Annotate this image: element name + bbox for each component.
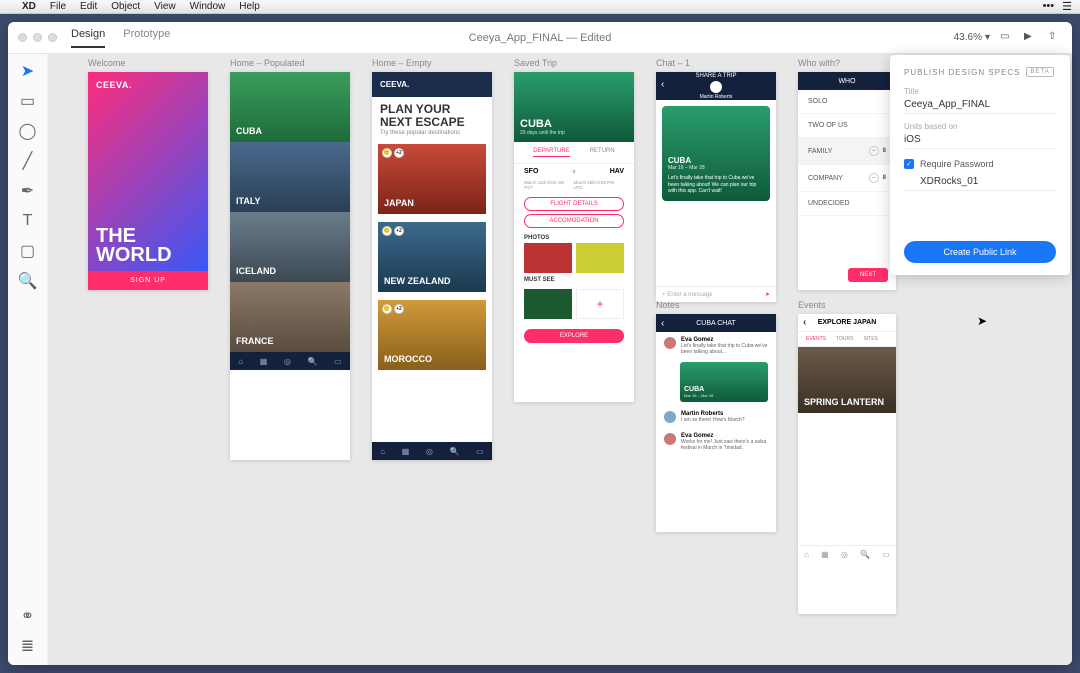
- device-preview-icon[interactable]: ▭: [1000, 31, 1014, 45]
- menu-help[interactable]: Help: [239, 1, 260, 12]
- destination-tile: 🙂+2NEW ZEALAND: [378, 222, 486, 292]
- require-password-checkbox[interactable]: ✓Require Password: [904, 159, 1056, 169]
- signup-button: SIGN UP: [88, 271, 208, 290]
- send-icon: ➤: [765, 291, 770, 298]
- event-tile: CHERRY BLOSSOM: [798, 413, 896, 479]
- artboard-events[interactable]: ‹EXPLORE JAPAN EVENTSTOURSSITES SPRING L…: [798, 314, 896, 614]
- artboard-welcome[interactable]: CEEVA. THE WORLD SIGN UP: [88, 72, 208, 290]
- assets-icon[interactable]: ⚭: [19, 607, 37, 625]
- destination-tile: ITALY: [230, 142, 350, 212]
- tab-prototype[interactable]: Prototype: [123, 28, 170, 48]
- rectangle-tool-icon[interactable]: ▭: [19, 92, 37, 110]
- add-icon: +: [576, 289, 624, 319]
- destination-tile: 🙂+2MOROCCO: [378, 300, 486, 370]
- brand-logo: CEEVA.: [88, 72, 208, 98]
- traffic-lights[interactable]: [18, 33, 57, 42]
- list-icon[interactable]: •••: [1043, 0, 1055, 13]
- left-toolbar: ➤ ▭ ◯ ╱ ✒ T ▢ 🔍 ⚭ ≣: [8, 54, 48, 665]
- destination-tile: CUBA: [230, 72, 350, 142]
- macos-menubar: XD File Edit Object View Window Help •••…: [0, 0, 1080, 14]
- accommodation-button: ACCOMODATION: [524, 214, 624, 228]
- artboard-chat[interactable]: ‹SHARE A TRIPMartin Roberts CUBAMar 16 –…: [656, 72, 776, 302]
- tab-bar: ⌂▦◎🔍▭: [798, 545, 896, 563]
- beta-badge: BETA: [1026, 67, 1053, 77]
- tab-bar: ⌂▦◎🔍▭: [230, 352, 350, 370]
- select-tool-icon[interactable]: ➤: [19, 62, 37, 80]
- menu-edit[interactable]: Edit: [80, 1, 97, 12]
- check-icon: ✓: [904, 159, 914, 169]
- artboard-label[interactable]: Home – Empty: [372, 58, 432, 68]
- tab-design[interactable]: Design: [71, 28, 105, 48]
- next-button: NEXT: [848, 268, 888, 282]
- menubar-app[interactable]: XD: [22, 1, 36, 12]
- menu-file[interactable]: File: [50, 1, 66, 12]
- password-field[interactable]: XDRocks_01: [904, 173, 1056, 191]
- menu-object[interactable]: Object: [111, 1, 140, 12]
- menu-window[interactable]: Window: [190, 1, 226, 12]
- destination-tile: 🙂+2JAPAN: [378, 144, 486, 214]
- artboard-label[interactable]: Events: [798, 300, 826, 310]
- pen-tool-icon[interactable]: ✒: [19, 182, 37, 200]
- share-icon[interactable]: ⇧: [1048, 31, 1062, 45]
- artboard-label[interactable]: Welcome: [88, 58, 125, 68]
- zoom-tool-icon[interactable]: 🔍: [19, 272, 37, 290]
- artboard-saved-trip[interactable]: CUBA29 days until the trip DEPARTURERETU…: [514, 72, 634, 402]
- artboard-who[interactable]: WHO SOLO TWO OF US FAMILY−8 COMPANY−8 UN…: [798, 72, 896, 290]
- artboard-tool-icon[interactable]: ▢: [19, 242, 37, 260]
- create-public-link-button[interactable]: Create Public Link: [904, 241, 1056, 263]
- option-company: COMPANY−8: [798, 165, 896, 192]
- artboard-label[interactable]: Home – Populated: [230, 58, 305, 68]
- zoom-dropdown[interactable]: 43.6%▾: [954, 32, 990, 43]
- hamburger-icon[interactable]: ☰: [1062, 0, 1072, 13]
- chevron-down-icon: ▾: [985, 32, 990, 43]
- titlebar: Design Prototype Ceeya_App_FINAL — Edite…: [8, 22, 1072, 54]
- text-tool-icon[interactable]: T: [19, 212, 37, 230]
- option-undecided: UNDECIDED: [798, 192, 896, 216]
- back-icon: ‹: [661, 318, 664, 329]
- event-tile: TEA: [798, 479, 896, 545]
- option-solo: SOLO: [798, 90, 896, 114]
- ellipse-tool-icon[interactable]: ◯: [19, 122, 37, 140]
- artboard-label[interactable]: Who with?: [798, 58, 840, 68]
- artboard-notes[interactable]: ‹CUBA CHAT Eva GomezLet's finally take t…: [656, 314, 776, 532]
- tab-bar: ⌂▦◎🔍▭: [372, 442, 492, 460]
- attach-icon: +: [662, 292, 666, 298]
- destination-tile: FRANCE: [230, 282, 350, 352]
- artboard-home-empty[interactable]: CEEVA. PLAN YOUR NEXT ESCAPE + Try these…: [372, 72, 492, 460]
- flight-details-button: FLIGHT DETAILS: [524, 197, 624, 211]
- artboard-label[interactable]: Saved Trip: [514, 58, 557, 68]
- play-icon[interactable]: ▶: [1024, 31, 1038, 45]
- back-icon: ‹: [661, 79, 664, 90]
- artboard-label[interactable]: Notes: [656, 300, 680, 310]
- layers-icon[interactable]: ≣: [19, 637, 37, 655]
- option-family: FAMILY−8: [798, 138, 896, 165]
- artboard-label[interactable]: Chat – 1: [656, 58, 690, 68]
- event-tile: SPRING LANTERN: [798, 347, 896, 413]
- explore-button: EXPLORE: [524, 329, 624, 343]
- plane-icon: ✈: [571, 168, 577, 176]
- artboard-home-populated[interactable]: + CUBA ITALY ICELAND FRANCE ⌂▦◎🔍▭: [230, 72, 350, 460]
- publish-panel: PUBLISH DESIGN SPECSBETA Title Ceeya_App…: [890, 55, 1070, 275]
- destination-tile: ICELAND: [230, 212, 350, 282]
- menu-view[interactable]: View: [154, 1, 176, 12]
- back-icon: ‹: [803, 317, 806, 328]
- units-field[interactable]: iOS: [904, 131, 1056, 149]
- document-title: Ceeya_App_FINAL — Edited: [469, 32, 612, 44]
- title-field[interactable]: Ceeya_App_FINAL: [904, 96, 1056, 114]
- panel-heading: PUBLISH DESIGN SPECS: [904, 68, 1020, 77]
- welcome-headline: THE WORLD: [88, 227, 208, 271]
- line-tool-icon[interactable]: ╱: [19, 152, 37, 170]
- option-two: TWO OF US: [798, 114, 896, 138]
